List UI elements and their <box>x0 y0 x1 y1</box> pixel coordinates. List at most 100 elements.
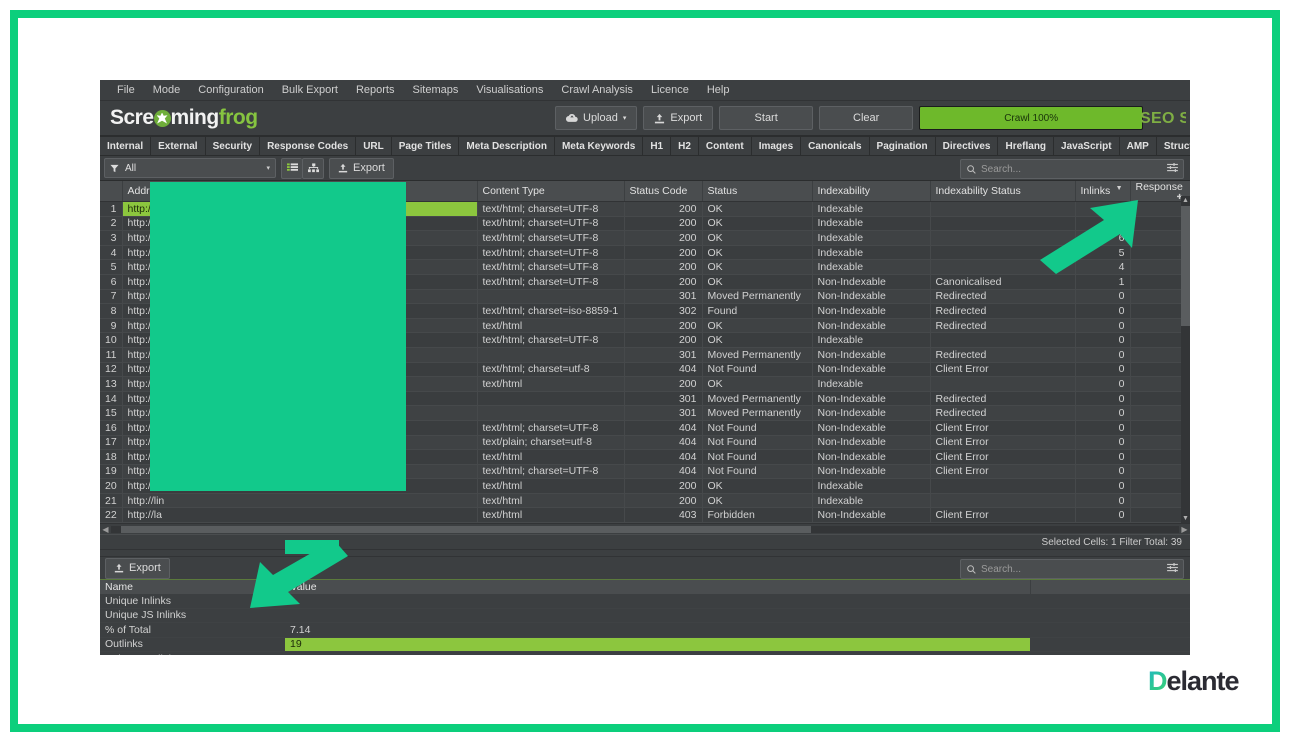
tab-amp[interactable]: AMP <box>1120 137 1157 155</box>
row-index[interactable]: 20 <box>100 478 123 494</box>
details-row-value[interactable]: 19 <box>285 637 1030 653</box>
column-header-status-code[interactable]: Status Code <box>624 181 703 202</box>
row-index[interactable]: 11 <box>100 347 123 363</box>
start-button[interactable]: Start <box>719 106 814 130</box>
cell-content-type[interactable] <box>477 391 625 407</box>
details-row-value[interactable]: 1 <box>285 651 1030 655</box>
cell-inlinks[interactable]: 0 <box>1075 435 1131 451</box>
cell-status-code[interactable]: 200 <box>624 376 703 392</box>
table-row[interactable]: 22 http://la text/html 403 Forbidden Non-Inde… <box>100 507 1190 524</box>
tab-javascript[interactable]: JavaScript <box>1054 137 1120 155</box>
cell-inlinks[interactable]: 0 <box>1075 376 1131 392</box>
cell-status[interactable]: OK <box>702 216 813 232</box>
cell-inlinks[interactable]: 0 <box>1075 318 1131 334</box>
panel-splitter[interactable] <box>100 549 1190 558</box>
upload-button[interactable]: Upload ▾ <box>555 106 638 130</box>
cell-inlinks[interactable]: 0 <box>1075 449 1131 465</box>
cell-content-type[interactable]: text/html <box>477 493 625 509</box>
tab-url[interactable]: URL <box>356 137 392 155</box>
cell-indexability[interactable]: Indexable <box>812 245 931 261</box>
cell-inlinks[interactable]: 5 <box>1075 245 1131 261</box>
menu-item-file[interactable]: File <box>108 80 144 100</box>
cell-indexability[interactable]: Non-Indexable <box>812 464 931 480</box>
cell-inlinks[interactable]: 6 <box>1075 230 1131 246</box>
details-column-header-name[interactable]: Name <box>100 580 286 595</box>
cell-status[interactable]: OK <box>702 493 813 509</box>
cell-status[interactable]: OK <box>702 201 813 217</box>
cell-status-code[interactable]: 301 <box>624 405 703 421</box>
menu-item-mode[interactable]: Mode <box>144 80 190 100</box>
tab-pagination[interactable]: Pagination <box>870 137 936 155</box>
cell-status[interactable]: Not Found <box>702 464 813 480</box>
details-search-input[interactable]: Search... <box>960 559 1184 580</box>
search-input[interactable]: Search... <box>960 159 1184 179</box>
cell-inlinks[interactable]: 0 <box>1075 391 1131 407</box>
cell-indexability-status[interactable] <box>930 332 1076 348</box>
cell-inlinks[interactable]: 1 <box>1075 274 1131 290</box>
tab-external[interactable]: External <box>151 137 206 155</box>
table-row[interactable]: 21 http://lin text/html 200 OK Indexable 0 <box>100 493 1190 509</box>
cell-status[interactable]: Not Found <box>702 420 813 436</box>
cell-indexability-status[interactable] <box>930 478 1076 494</box>
column-header-content-type[interactable]: Content Type <box>477 181 625 202</box>
cell-content-type[interactable]: text/html; charset=UTF-8 <box>477 245 625 261</box>
cell-indexability[interactable]: Indexable <box>812 376 931 392</box>
column-header-indexability-status[interactable]: Indexability Status <box>930 181 1076 202</box>
row-index[interactable]: 14 <box>100 391 123 407</box>
details-row-name[interactable]: Unique Outlinks <box>100 651 285 655</box>
tab-canonicals[interactable]: Canonicals <box>801 137 870 155</box>
cell-status-code[interactable]: 200 <box>624 230 703 246</box>
row-index[interactable]: 1 <box>100 201 123 217</box>
menu-item-licence[interactable]: Licence <box>642 80 698 100</box>
cell-indexability[interactable]: Non-Indexable <box>812 391 931 407</box>
cell-status[interactable]: OK <box>702 318 813 334</box>
cell-indexability-status[interactable] <box>930 201 1076 217</box>
cell-indexability-status[interactable]: Redirected <box>930 405 1076 421</box>
cell-indexability-status[interactable]: Client Error <box>930 507 1076 524</box>
cell-content-type[interactable]: text/html; charset=UTF-8 <box>477 259 625 275</box>
row-index[interactable]: 18 <box>100 449 123 465</box>
cell-status-code[interactable]: 404 <box>624 362 703 378</box>
cell-inlinks[interactable]: 0 <box>1075 362 1131 378</box>
row-index[interactable]: 21 <box>100 493 123 509</box>
cell-status-code[interactable]: 200 <box>624 493 703 509</box>
tab-page-titles[interactable]: Page Titles <box>392 137 460 155</box>
cell-inlinks[interactable]: 0 <box>1075 507 1131 524</box>
row-index[interactable]: 13 <box>100 376 123 392</box>
cell-content-type[interactable]: text/html; charset=UTF-8 <box>477 464 625 480</box>
cell-address[interactable]: http://la <box>122 507 478 524</box>
details-row[interactable]: % of Total 7.14 <box>100 622 1190 638</box>
cell-content-type[interactable]: text/html <box>477 376 625 392</box>
cell-indexability[interactable]: Non-Indexable <box>812 435 931 451</box>
tab-meta-keywords[interactable]: Meta Keywords <box>555 137 644 155</box>
cell-status[interactable]: Not Found <box>702 449 813 465</box>
row-index[interactable]: 7 <box>100 289 123 305</box>
table-vertical-scrollbar[interactable]: ▲ ▼ <box>1181 196 1190 524</box>
cell-status[interactable]: Not Found <box>702 435 813 451</box>
cell-indexability-status[interactable] <box>930 245 1076 261</box>
cell-status[interactable]: OK <box>702 376 813 392</box>
row-index[interactable]: 10 <box>100 332 123 348</box>
cell-status[interactable]: OK <box>702 274 813 290</box>
cell-indexability-status[interactable]: Redirected <box>930 289 1076 305</box>
row-index[interactable]: 15 <box>100 405 123 421</box>
tab-structured-data[interactable]: Structured Data <box>1157 137 1190 155</box>
cell-content-type[interactable] <box>477 405 625 421</box>
list-view-button[interactable] <box>281 157 302 179</box>
column-header-status[interactable]: Status <box>702 181 813 202</box>
cell-indexability-status[interactable] <box>930 493 1076 509</box>
details-row[interactable]: Unique Inlinks <box>100 594 1190 609</box>
row-index[interactable]: 5 <box>100 259 123 275</box>
cell-status-code[interactable]: 301 <box>624 391 703 407</box>
cell-inlinks[interactable]: 0 <box>1075 420 1131 436</box>
row-index[interactable]: 3 <box>100 230 123 246</box>
cell-inlinks[interactable]: 4 <box>1075 259 1131 275</box>
tab-content[interactable]: Content <box>699 137 752 155</box>
table-horizontal-scrollbar[interactable]: ◀ ▶ <box>100 523 1190 535</box>
column-header-indexability[interactable]: Indexability <box>812 181 931 202</box>
cell-status-code[interactable]: 200 <box>624 274 703 290</box>
details-row-name[interactable]: Unique JS Inlinks <box>100 608 285 624</box>
cell-content-type[interactable] <box>477 289 625 305</box>
tab-meta-description[interactable]: Meta Description <box>459 137 555 155</box>
cell-indexability[interactable]: Non-Indexable <box>812 274 931 290</box>
